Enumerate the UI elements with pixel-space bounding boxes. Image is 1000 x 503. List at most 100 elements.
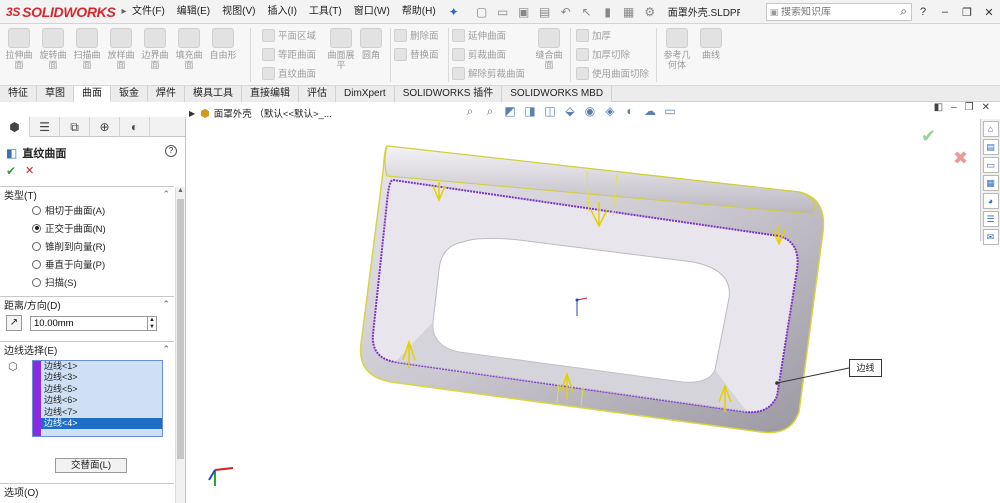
reference-geometry-button[interactable]: 参考几何体	[662, 28, 692, 70]
cancel-x-icon[interactable]: ✕	[25, 164, 34, 177]
restore-icon[interactable]: ❐	[956, 6, 978, 19]
tab-solidworks-mbd[interactable]: SOLIDWORKS MBD	[502, 86, 613, 102]
menu-tools[interactable]: 工具(T)	[303, 0, 348, 24]
menu-edit[interactable]: 编辑(E)	[171, 0, 216, 24]
cut-with-surface-button[interactable]: 使用曲面切除	[576, 64, 649, 82]
configuration-manager-tab-icon[interactable]: ⧉	[60, 117, 90, 137]
solidworks-logo[interactable]: 3S SOLIDWORKS ▸	[0, 4, 127, 20]
delete-face-button[interactable]: 删除面	[394, 26, 439, 44]
thickened-cut-button[interactable]: 加厚切除	[576, 45, 630, 63]
extend-surface-button[interactable]: 延伸曲面	[452, 26, 506, 44]
dimxpert-manager-tab-icon[interactable]: ⊕	[90, 117, 120, 137]
thicken-button[interactable]: 加厚	[576, 26, 611, 44]
tab-sketch[interactable]: 草图	[37, 86, 74, 102]
fillet-button[interactable]: 圆角	[356, 28, 386, 60]
trim-surface-button[interactable]: 剪裁曲面	[452, 45, 506, 63]
collapse-chevron-icon[interactable]: ⌃	[162, 189, 170, 200]
help-dropdown-icon[interactable]: ?	[912, 6, 934, 18]
ruled-surface-button[interactable]: 直纹曲面	[262, 64, 316, 82]
tab-direct-editing[interactable]: 直接编辑	[242, 86, 299, 102]
search-box[interactable]: ▣ ⌕	[766, 3, 912, 21]
sweep-surface-button[interactable]: 扫描曲面	[72, 28, 102, 70]
extrude-surface-button[interactable]: 拉伸曲面	[4, 28, 34, 70]
close-icon[interactable]: ✕	[978, 6, 1000, 19]
alternate-face-button[interactable]: 交替面(L)	[55, 458, 127, 473]
file-explorer-icon[interactable]: ▭	[982, 157, 999, 173]
untrim-surface-button[interactable]: 解除剪裁曲面	[452, 64, 525, 82]
planar-surface-button[interactable]: 平面区域	[262, 26, 316, 44]
tab-sheet-metal[interactable]: 钣金	[111, 86, 148, 102]
revolve-surface-button[interactable]: 旋转曲面	[38, 28, 68, 70]
save-icon[interactable]: ▣	[516, 5, 532, 19]
tab-evaluate[interactable]: 评估	[299, 86, 336, 102]
list-item[interactable]: 边线<1>	[33, 361, 162, 372]
menu-view[interactable]: 视图(V)	[216, 0, 261, 24]
help-icon[interactable]: ?	[165, 145, 177, 157]
pin-icon[interactable]: ✦	[446, 5, 462, 19]
tab-weldments[interactable]: 焊件	[148, 86, 185, 102]
radio-tapered-to-vector[interactable]: 锥削到向量(R)	[0, 237, 174, 255]
freeform-button[interactable]: 自由形	[208, 28, 238, 60]
distance-input[interactable]	[30, 315, 148, 331]
ok-check-icon[interactable]: ✔	[6, 164, 16, 178]
knit-surface-button[interactable]: 缝合曲面	[534, 28, 564, 70]
radio-tangent-to-surface[interactable]: 相切于曲面(A)	[0, 201, 174, 219]
custom-properties-icon[interactable]: ☰	[982, 211, 999, 227]
tab-surfaces[interactable]: 曲面	[74, 86, 111, 102]
edge-selection-list[interactable]: 边线<1> 边线<3> 边线<5> 边线<6> 边线<7> 边线<4>	[32, 360, 163, 437]
tab-solidworks-addins[interactable]: SOLIDWORKS 插件	[394, 86, 503, 102]
housing-part[interactable]	[359, 145, 825, 434]
minimize-icon[interactable]: –	[934, 6, 956, 18]
feature-manager-tab-icon[interactable]: ⬢	[0, 117, 30, 137]
rebuild-icon[interactable]: ▮	[600, 5, 616, 19]
radio-normal-to-surface[interactable]: 正交于曲面(N)	[0, 219, 174, 237]
appearances-icon[interactable]: ◕	[982, 193, 999, 209]
list-item[interactable]: 边线<4>	[33, 417, 162, 430]
tab-dimxpert[interactable]: DimXpert	[336, 86, 395, 102]
property-manager-tab-icon[interactable]: ☰	[30, 117, 60, 137]
distance-spinner[interactable]: ▲ ▼	[148, 315, 157, 331]
new-document-icon[interactable]: ▢	[474, 5, 490, 19]
list-item[interactable]: 边线<3>	[33, 372, 162, 383]
view-palette-icon[interactable]: ▦	[982, 175, 999, 191]
open-icon[interactable]: ▭	[495, 5, 511, 19]
panel-scrollbar[interactable]: ▲	[175, 187, 185, 503]
tab-mold-tools[interactable]: 模具工具	[185, 86, 242, 102]
radio-sweep[interactable]: 扫描(S)	[0, 273, 174, 291]
undo-icon[interactable]: ↶	[558, 5, 574, 19]
print-icon[interactable]: ▤	[537, 5, 553, 19]
display-manager-tab-icon[interactable]: ◐	[120, 117, 150, 137]
offset-surface-button[interactable]: 等距曲面	[262, 45, 316, 63]
search-icon[interactable]: ⌕	[900, 4, 907, 19]
tab-features[interactable]: 特征	[0, 86, 37, 102]
menu-file[interactable]: 文件(F)	[126, 0, 171, 24]
replace-face-button[interactable]: 替换面	[394, 45, 439, 63]
loft-surface-button[interactable]: 放样曲面	[106, 28, 136, 70]
menu-help[interactable]: 帮助(H)	[396, 0, 442, 24]
list-item[interactable]: 边线<7>	[33, 407, 162, 418]
list-item[interactable]: 边线<5>	[33, 384, 162, 395]
search-input[interactable]	[781, 6, 893, 18]
graphics-area[interactable]: ▶ ⬢ 面罩外壳 （默认<<默认>_... ⌕ ⌕ ◩ ◨ ◫ ⬙ ◉ ◈ ◐ …	[187, 102, 1000, 503]
solidworks-resources-icon[interactable]: ⌂	[982, 121, 999, 137]
menu-window[interactable]: 窗口(W)	[348, 0, 396, 24]
forum-icon[interactable]: ✉	[982, 229, 999, 245]
edge-callout-label[interactable]: 边线	[849, 359, 882, 377]
file-properties-icon[interactable]: ▦	[621, 5, 637, 19]
curves-button[interactable]: 曲线	[696, 28, 726, 60]
surface-flatten-button[interactable]: 曲面展平	[326, 28, 356, 70]
design-library-icon[interactable]: ▤	[982, 139, 999, 155]
model-3d-view[interactable]	[187, 102, 1000, 503]
menu-insert[interactable]: 插入(I)	[261, 0, 302, 24]
list-item[interactable]: 边线<6>	[33, 395, 162, 406]
scrollbar-thumb[interactable]	[177, 199, 184, 459]
boundary-surface-button[interactable]: 边界曲面	[140, 28, 170, 70]
search-scope-icon[interactable]: ▣	[767, 7, 781, 18]
collapse-chevron-icon[interactable]: ⌃	[162, 299, 170, 310]
fill-surface-button[interactable]: 填充曲面	[174, 28, 204, 70]
select-icon[interactable]: ↖	[579, 5, 595, 19]
scroll-up-icon[interactable]: ▲	[177, 187, 184, 194]
radio-perpendicular-to-vector[interactable]: 垂直于向量(P)	[0, 255, 174, 273]
options-gear-icon[interactable]: ⚙	[642, 5, 658, 19]
collapse-chevron-icon[interactable]: ⌃	[162, 344, 170, 355]
